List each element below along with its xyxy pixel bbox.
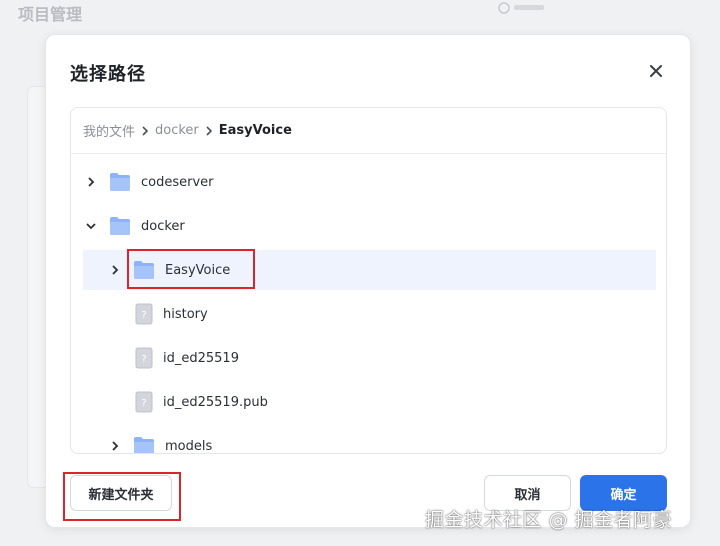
tree-row-models[interactable]: models — [83, 426, 656, 454]
background-page-title: 项目管理 — [18, 5, 83, 24]
chevron-right-icon[interactable] — [107, 262, 123, 278]
close-icon — [650, 65, 662, 77]
select-path-dialog: 选择路径 我的文件 docker EasyVoice codeserver do… — [45, 34, 691, 528]
unknown-file-icon: ? — [135, 303, 153, 325]
svg-text:?: ? — [141, 398, 146, 409]
tree-row-label: history — [163, 306, 208, 322]
breadcrumb: 我的文件 docker EasyVoice — [71, 108, 666, 154]
chevron-right-icon[interactable] — [107, 438, 123, 453]
chevron-right-icon — [205, 125, 213, 136]
dialog-title: 选择路径 — [70, 64, 146, 85]
chevron-right-icon[interactable] — [83, 174, 99, 190]
tree-row-easyvoice[interactable]: EasyVoice — [83, 250, 656, 290]
breadcrumb-item-my-files[interactable]: 我的文件 — [83, 121, 135, 140]
svg-text:?: ? — [141, 310, 146, 321]
tree-row-id-ed25519[interactable]: ? id_ed25519 — [83, 338, 656, 378]
folder-tree: codeserver docker EasyVoice ? history ? … — [71, 154, 666, 454]
tree-row-label: docker — [141, 218, 185, 234]
folder-icon — [134, 437, 154, 453]
tree-row-label: id_ed25519.pub — [163, 394, 268, 410]
tree-row-label: id_ed25519 — [163, 350, 239, 366]
tree-row-history[interactable]: ? history — [83, 294, 656, 334]
breadcrumb-item-docker[interactable]: docker — [155, 123, 199, 138]
unknown-file-icon: ? — [135, 391, 153, 413]
chevron-right-icon — [141, 125, 149, 136]
tree-row-label: codeserver — [141, 174, 214, 190]
svg-text:?: ? — [141, 354, 146, 365]
tree-row-codeserver[interactable]: codeserver — [83, 162, 656, 202]
breadcrumb-item-easyvoice: EasyVoice — [218, 123, 292, 138]
tree-row-docker[interactable]: docker — [83, 206, 656, 246]
watermark: 掘金技术社区 @ 掘金者阿豪 — [425, 509, 673, 531]
background-header-action — [494, 0, 554, 14]
unknown-file-icon: ? — [135, 347, 153, 369]
tree-row-label: models — [165, 438, 213, 454]
chevron-down-icon[interactable] — [83, 218, 99, 234]
new-folder-button[interactable]: 新建文件夹 — [70, 475, 172, 511]
folder-icon — [110, 173, 130, 191]
folder-icon — [134, 261, 154, 279]
path-browser-panel: 我的文件 docker EasyVoice codeserver docker … — [70, 107, 667, 454]
folder-icon — [110, 217, 130, 235]
close-button[interactable] — [646, 61, 666, 81]
tree-row-label: EasyVoice — [165, 262, 231, 278]
tree-row-id-ed25519-pub[interactable]: ? id_ed25519.pub — [83, 382, 656, 422]
